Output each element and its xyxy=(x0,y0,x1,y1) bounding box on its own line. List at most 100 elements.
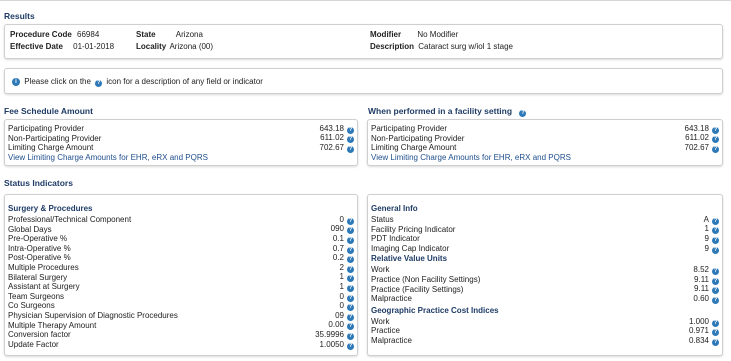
surgery-indicator-value: 09 xyxy=(335,310,344,320)
help-icon[interactable]: ? xyxy=(347,342,354,350)
surgery-indicator-row: Team Surgeons 0? xyxy=(8,292,354,302)
facility-title: When performed in a facility setting xyxy=(368,106,513,116)
surgery-indicator-label: Team Surgeons xyxy=(8,291,65,301)
modifier-field: Modifier No Modifier xyxy=(370,30,458,39)
results-title: Results xyxy=(4,11,35,21)
status-indicators-title: Status Indicators xyxy=(4,178,73,188)
help-icon[interactable]: ? xyxy=(712,338,719,346)
help-icon[interactable]: ? xyxy=(95,80,103,87)
surgery-indicator-row: Global Days 090? xyxy=(8,224,354,235)
state-label: State xyxy=(136,30,156,39)
rvu-heading: Relative Value Units xyxy=(371,254,448,264)
general-indicator-value: 9 xyxy=(704,233,709,243)
state-field: State Arizona xyxy=(136,30,203,39)
general-rows: Status A? Facility Pricing Indicator 1? PDT … xyxy=(371,215,719,254)
results-panel: Procedure Code 66984 Effective Date 01-0… xyxy=(4,24,723,59)
rvu-indicator-value: 9.11 xyxy=(694,274,709,284)
fee-row-limiting-charge: Limiting Charge Amount 702.67? xyxy=(8,143,354,153)
fee-label: Limiting Charge Amount xyxy=(8,143,94,153)
info-message: i Please click on the ? icon for a descr… xyxy=(12,77,263,87)
fee-limiting-charge-link[interactable]: View Limiting Charge Amounts for EHR, eR… xyxy=(8,153,354,163)
surgery-indicator-row: Update Factor 1.0050? xyxy=(8,340,354,350)
general-indicator-label: Imaging Cap Indicator xyxy=(371,243,450,253)
surgery-indicator-row: Conversion factor 35.9996? xyxy=(8,330,354,340)
surgery-indicator-label: Update Factor xyxy=(8,339,59,349)
facility-label: Participating Provider xyxy=(371,124,448,133)
help-icon[interactable]: ? xyxy=(519,110,527,117)
locality-field: Locality Arizona (00) xyxy=(136,42,213,51)
gpci-indicator-label: Work xyxy=(371,316,390,326)
surgery-indicator-label: Pre-Operative % xyxy=(8,234,68,244)
general-indicator-label: Status xyxy=(371,215,394,224)
locality-value: Arizona (00) xyxy=(169,42,214,51)
facility-label: Limiting Charge Amount xyxy=(371,143,457,153)
help-icon[interactable]: ? xyxy=(712,296,719,304)
surgery-procedures-heading: Surgery & Procedures xyxy=(8,204,93,213)
fee-row-non-participating: Non-Participating Provider 611.02? xyxy=(8,133,354,144)
gpci-indicator-value: 1.000 xyxy=(688,316,709,326)
facility-row-participating: Participating Provider 643.18? xyxy=(371,124,719,134)
surgery-procedures-panel: Surgery & Procedures Professional/Techni… xyxy=(4,194,358,356)
facility-value: 643.18 xyxy=(684,123,709,133)
facility-label: Non-Participating Provider xyxy=(371,133,465,143)
surgery-indicator-value: 0.2 xyxy=(332,253,344,263)
surgery-indicator-value: 0 xyxy=(339,214,344,224)
modifier-label: Modifier xyxy=(370,30,402,39)
description-value: Cataract surg w/iol 1 stage xyxy=(418,42,513,51)
rvu-indicator-row: Malpractice 0.60? xyxy=(371,294,719,304)
general-indicator-label: PDT Indicator xyxy=(371,234,420,244)
surgery-indicator-row: Assistant at Surgery 1? xyxy=(8,282,354,292)
facility-limiting-charge-link[interactable]: View Limiting Charge Amounts for EHR, eR… xyxy=(371,153,719,163)
fee-schedule-title: Fee Schedule Amount xyxy=(4,106,93,116)
rvu-indicator-value: 9.11 xyxy=(694,284,709,294)
surgery-indicator-label: Professional/Technical Component xyxy=(8,215,132,224)
info-text-before: Please click on the xyxy=(24,77,91,86)
surgery-indicator-row: Multiple Therapy Amount 0.00? xyxy=(8,320,354,331)
surgery-indicator-label: Multiple Procedures xyxy=(8,262,79,272)
general-indicator-row: Status A? xyxy=(371,215,719,225)
surgery-indicator-label: Physician Supervision of Diagnostic Proc… xyxy=(8,310,178,320)
gpci-indicator-label: Practice xyxy=(371,326,400,336)
info-icon: i xyxy=(12,77,20,86)
gpci-indicator-row: Practice 0.971? xyxy=(371,326,719,337)
surgery-indicator-value: 1 xyxy=(339,281,344,291)
rvu-indicator-label: Work xyxy=(371,265,390,275)
rvu-indicator-row: Practice (Non Facility Settings) 9.11? xyxy=(371,275,719,285)
facility-title-wrap: When performed in a facility setting ? xyxy=(368,106,527,117)
surgery-indicator-row: Multiple Procedures 2? xyxy=(8,263,354,273)
surgery-indicator-label: Conversion factor xyxy=(8,330,71,340)
locality-label: Locality xyxy=(136,42,167,51)
gpci-indicator-row: Work 1.000? xyxy=(371,317,719,327)
surgery-indicator-label: Global Days xyxy=(8,224,52,234)
facility-value: 702.67 xyxy=(684,142,709,152)
gpci-indicator-label: Malpractice xyxy=(371,335,412,345)
procedure-code-field: Procedure Code 66984 xyxy=(10,30,99,39)
description-label: Description xyxy=(370,42,415,51)
general-indicator-row: PDT Indicator 9? xyxy=(371,234,719,244)
general-indicator-value: A xyxy=(703,214,709,224)
help-icon[interactable]: ? xyxy=(347,145,354,153)
procedure-code-value: 66984 xyxy=(77,30,100,39)
effective-date-field: Effective Date 01-01-2018 xyxy=(10,42,114,51)
state-value: Arizona xyxy=(175,30,203,39)
fee-row-participating: Participating Provider 643.18? xyxy=(8,124,354,134)
help-icon[interactable]: ? xyxy=(712,246,719,254)
gpci-indicator-value: 0.971 xyxy=(688,326,709,336)
fee-label: Participating Provider xyxy=(8,124,85,133)
surgery-indicator-row: Bilateral Surgery 1? xyxy=(8,272,354,283)
rvu-indicator-row: Work 8.52? xyxy=(371,265,719,276)
rvu-indicator-label: Malpractice xyxy=(371,294,412,304)
procedure-code-label: Procedure Code xyxy=(10,30,72,39)
surgery-indicator-value: 0.00 xyxy=(328,320,344,330)
info-panel: i Please click on the ? icon for a descr… xyxy=(4,68,723,94)
rvu-indicator-row: Practice (Facility Settings) 9.11? xyxy=(371,284,719,295)
surgery-indicator-row: Physician Supervision of Diagnostic Proc… xyxy=(8,311,354,321)
help-icon[interactable]: ? xyxy=(712,145,719,153)
rvu-indicator-label: Practice (Facility Settings) xyxy=(371,284,464,294)
fee-value: 702.67 xyxy=(319,142,344,152)
surgery-indicator-label: Intra-Operative % xyxy=(8,243,71,253)
rvu-indicator-value: 0.60 xyxy=(693,293,709,303)
surgery-indicator-label: Co Surgeons xyxy=(8,301,55,311)
surgery-indicator-label: Bilateral Surgery xyxy=(8,272,68,282)
surgery-rows: Professional/Technical Component 0? Global… xyxy=(8,214,354,350)
